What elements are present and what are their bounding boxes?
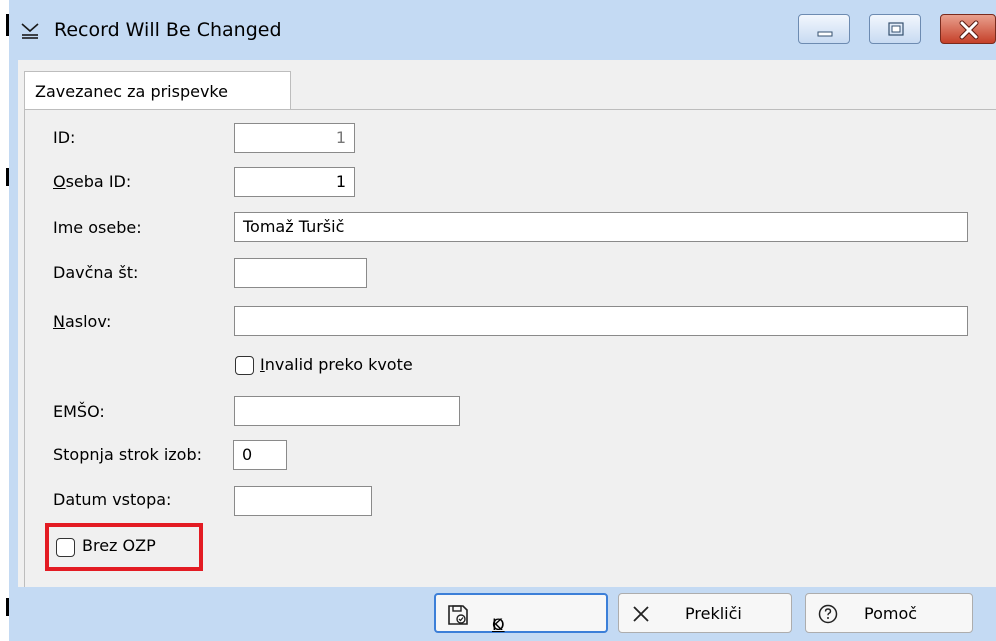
- close-icon: [959, 20, 979, 40]
- window-title: Record Will Be Changed: [54, 19, 282, 41]
- invalid-preko-kvote-label[interactable]: Invalid preko kvote: [260, 355, 413, 374]
- id-field[interactable]: 1: [234, 123, 355, 153]
- tab-label: Zavezanec za prispevke: [35, 82, 228, 101]
- invalid-preko-kvote-checkbox[interactable]: [235, 356, 254, 375]
- tab-content: [24, 109, 996, 587]
- davcna-st-field[interactable]: [234, 258, 367, 288]
- help-button[interactable]: Pomoč: [805, 593, 973, 633]
- window-left-edge: [0, 0, 9, 641]
- cancel-button[interactable]: Prekliči: [618, 593, 792, 633]
- dialog-icon: [21, 23, 39, 39]
- oseba-id-label: Oseba ID:: [53, 172, 132, 191]
- minimize-icon: [817, 31, 833, 37]
- davcna-st-label: Davčna št:: [53, 263, 139, 282]
- ime-osebe-label: Ime osebe:: [53, 218, 142, 237]
- help-label: Pomoč: [864, 604, 918, 623]
- maximize-icon: [888, 22, 904, 36]
- help-circle-icon: [818, 604, 838, 624]
- stopnja-field[interactable]: 0: [233, 440, 287, 470]
- naslov-label: Naslov:: [53, 312, 112, 331]
- cancel-label: Prekliči: [685, 604, 742, 623]
- emso-field[interactable]: [234, 396, 460, 426]
- datum-vstopa-label: Datum vstopa:: [53, 490, 172, 509]
- naslov-field[interactable]: [234, 306, 968, 336]
- minimize-button[interactable]: [798, 14, 850, 44]
- dialog-window: Record Will Be Changed Zavezanec za pris…: [9, 0, 996, 641]
- id-label: ID:: [53, 128, 76, 147]
- x-icon: [633, 606, 649, 622]
- close-button[interactable]: [940, 14, 996, 44]
- ime-osebe-field[interactable]: Tomaž Turšič: [234, 212, 968, 242]
- title-bar[interactable]: Record Will Be Changed: [9, 0, 996, 60]
- stopnja-label: Stopnja strok izob:: [53, 445, 203, 464]
- maximize-button[interactable]: [869, 14, 921, 44]
- brez-ozp-checkbox[interactable]: [56, 538, 75, 557]
- datum-vstopa-field[interactable]: [234, 486, 372, 516]
- emso-label: EMŠO:: [53, 402, 105, 421]
- oseba-id-field[interactable]: 1: [234, 167, 355, 197]
- brez-ozp-label[interactable]: Brez OZP: [82, 536, 156, 555]
- save-icon: [448, 605, 468, 625]
- ok-button[interactable]: OK: [434, 593, 608, 634]
- tab-zavezanec[interactable]: Zavezanec za prispevke: [24, 71, 291, 110]
